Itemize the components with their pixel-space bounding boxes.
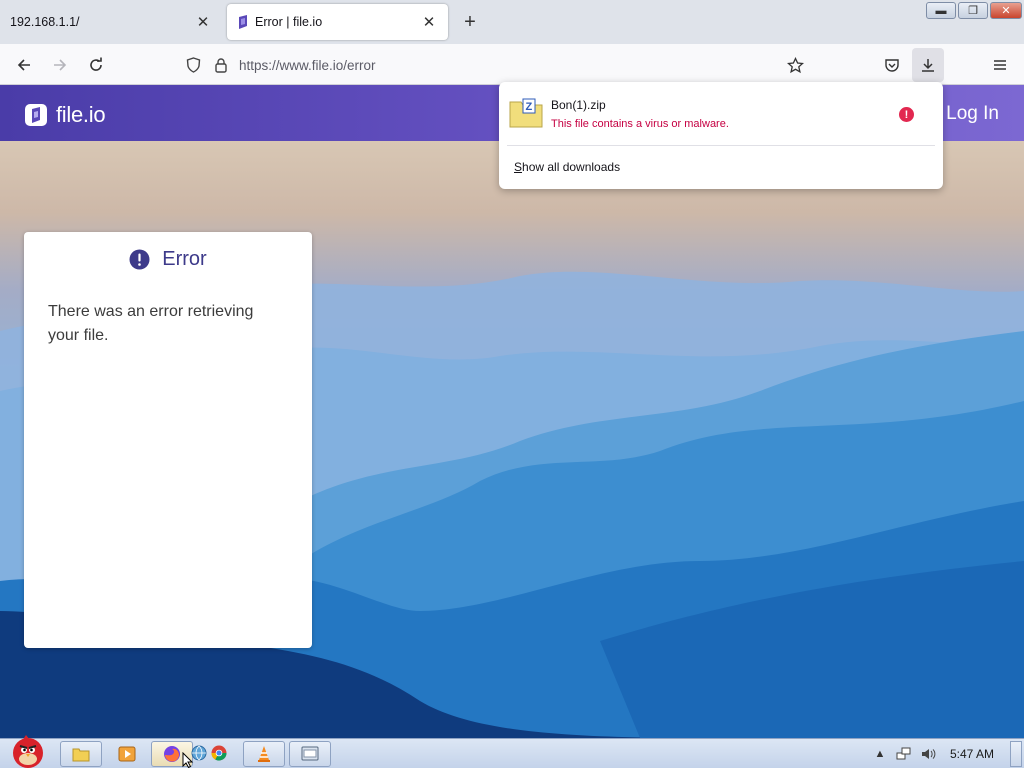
show-all-label-rest: how all downloads <box>522 160 621 174</box>
logo-text: file.io <box>56 102 106 127</box>
tab-fileio-error[interactable]: Error | file.io ✕ <box>227 4 448 40</box>
address-bar[interactable]: https://www.file.io/error <box>180 50 820 80</box>
error-heading: Error <box>24 248 312 271</box>
download-filename: Bon(1).zip <box>551 98 606 112</box>
close-icon[interactable]: ✕ <box>420 13 438 31</box>
tab-strip: 192.168.1.1/ ✕ Error | file.io ✕ + ▬ ❐ ✕ <box>0 0 1024 44</box>
angry-bird-start-icon <box>13 735 43 768</box>
app-menu-button[interactable] <box>987 52 1013 78</box>
system-tray: ▲ 5:47 AM <box>864 739 1024 768</box>
back-arrow-icon <box>17 59 30 71</box>
forward-button[interactable] <box>47 52 73 78</box>
tab-router[interactable]: 192.168.1.1/ ✕ <box>0 4 222 40</box>
forward-arrow-icon <box>54 59 67 71</box>
taskbar-explorer[interactable] <box>60 741 102 767</box>
error-title: Error <box>162 248 207 270</box>
minimize-button[interactable]: ▬ <box>926 2 956 19</box>
download-item[interactable]: Z Bon(1).zip This file contains a virus … <box>509 94 933 134</box>
taskbar-chrome[interactable] <box>211 745 227 764</box>
chrome-icon <box>211 745 227 761</box>
login-link[interactable]: Log In <box>946 103 999 125</box>
tab-title: 192.168.1.1/ <box>10 15 80 29</box>
accesskey-letter: S <box>514 160 523 174</box>
download-icon <box>922 59 934 72</box>
new-tab-button[interactable]: + <box>460 11 480 33</box>
back-button[interactable] <box>11 52 37 78</box>
reload-button[interactable] <box>83 52 109 78</box>
site-logo[interactable]: file.io <box>24 102 106 128</box>
tab-title: Error | file.io <box>255 15 323 29</box>
start-button[interactable] <box>4 733 48 768</box>
taskbar: ▲ 5:47 AM <box>0 735 1024 768</box>
close-icon[interactable]: ✕ <box>194 13 212 31</box>
network-icon[interactable] <box>896 746 912 762</box>
reload-icon <box>90 57 102 71</box>
show-hidden-icons-icon[interactable]: ▲ <box>872 746 888 762</box>
volume-icon[interactable] <box>920 746 936 762</box>
fileio-favicon-icon <box>239 15 247 29</box>
bookmark-star-button[interactable] <box>782 52 808 78</box>
downloads-button[interactable] <box>912 48 944 82</box>
vlc-cone-icon <box>258 746 270 762</box>
show-all-downloads-button[interactable]: Show all downloads <box>514 160 620 174</box>
svg-text:Z: Z <box>526 101 533 113</box>
folder-icon <box>72 748 90 762</box>
navigation-toolbar: https://www.file.io/error <box>0 44 1024 85</box>
download-status: This file contains a virus or malware. <box>551 118 729 130</box>
mouse-cursor-icon <box>182 752 194 768</box>
malware-warning-icon: ! <box>899 107 914 122</box>
zip-file-icon: Z <box>509 98 543 128</box>
restore-button[interactable]: ❐ <box>958 2 988 19</box>
url-text[interactable]: https://www.file.io/error <box>239 58 376 73</box>
taskbar-vlc[interactable] <box>243 741 285 767</box>
taskbar-clock[interactable]: 5:47 AM <box>950 747 994 761</box>
error-card: Error There was an error retrieving your… <box>24 232 312 648</box>
hamburger-menu-icon <box>994 60 1006 70</box>
show-desktop-button[interactable] <box>1010 741 1022 767</box>
downloads-panel: Z Bon(1).zip This file contains a virus … <box>499 82 943 189</box>
window-app-icon <box>301 746 319 761</box>
firefox-icon <box>164 746 180 762</box>
media-player-icon <box>118 746 136 762</box>
taskbar-app[interactable] <box>289 741 331 767</box>
fileio-logo-icon <box>25 104 47 126</box>
window-controls: ▬ ❐ ✕ <box>926 2 1022 19</box>
close-window-button[interactable]: ✕ <box>990 2 1022 19</box>
divider <box>507 145 935 146</box>
lock-icon[interactable] <box>214 57 228 73</box>
shield-icon[interactable] <box>186 57 201 73</box>
error-message: There was an error retrieving your file. <box>48 303 254 344</box>
pocket-icon <box>885 59 899 72</box>
taskbar-media-player[interactable] <box>106 741 148 767</box>
star-icon <box>786 56 804 73</box>
pocket-button[interactable] <box>879 52 905 78</box>
exclamation-circle-icon <box>129 249 150 270</box>
